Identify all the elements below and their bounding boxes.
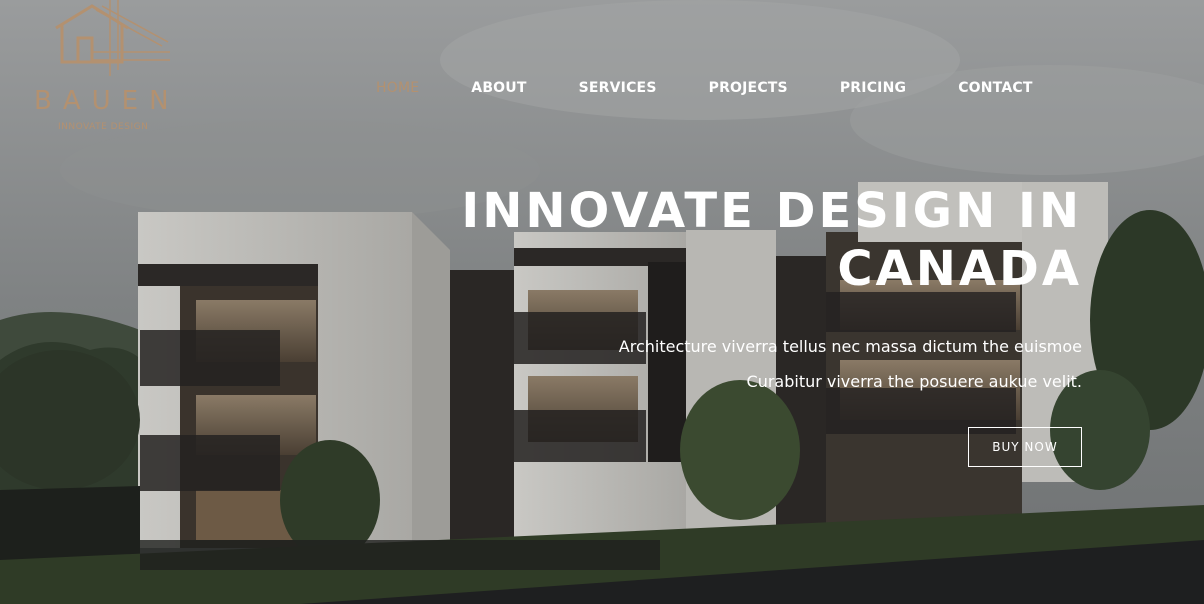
main-nav: HOME ABOUT SERVICES PROJECTS PRICING CON… [376, 80, 1085, 96]
nav-item-contact[interactable]: CONTACT [958, 80, 1032, 96]
hero-title-line2: CANADA [837, 241, 1082, 297]
nav-item-home[interactable]: HOME [376, 80, 419, 96]
brand-name: BAUEN [34, 86, 180, 116]
nav-item-pricing[interactable]: PRICING [840, 80, 906, 96]
nav-item-projects[interactable]: PROJECTS [709, 80, 788, 96]
house-blueprint-icon [55, 0, 170, 76]
hero-subtitle-line2: Curabitur viverra the posuere aukue veli… [746, 372, 1082, 391]
buy-now-button[interactable]: BUY NOW [968, 427, 1082, 467]
brand-tagline: INNOVATE DESIGN [58, 122, 149, 132]
nav-item-services[interactable]: SERVICES [579, 80, 657, 96]
hero-section: BAUEN INNOVATE DESIGN HOME ABOUT SERVICE… [0, 0, 1204, 604]
brand-logo[interactable]: BAUEN INNOVATE DESIGN [30, 0, 200, 140]
hero-subtitle-line1: Architecture viverra tellus nec massa di… [618, 337, 1082, 356]
nav-item-about[interactable]: ABOUT [471, 80, 526, 96]
hero-title-line1: INNOVATE DESIGN IN [461, 183, 1082, 239]
hero-title: INNOVATE DESIGN IN CANADA [461, 182, 1082, 298]
